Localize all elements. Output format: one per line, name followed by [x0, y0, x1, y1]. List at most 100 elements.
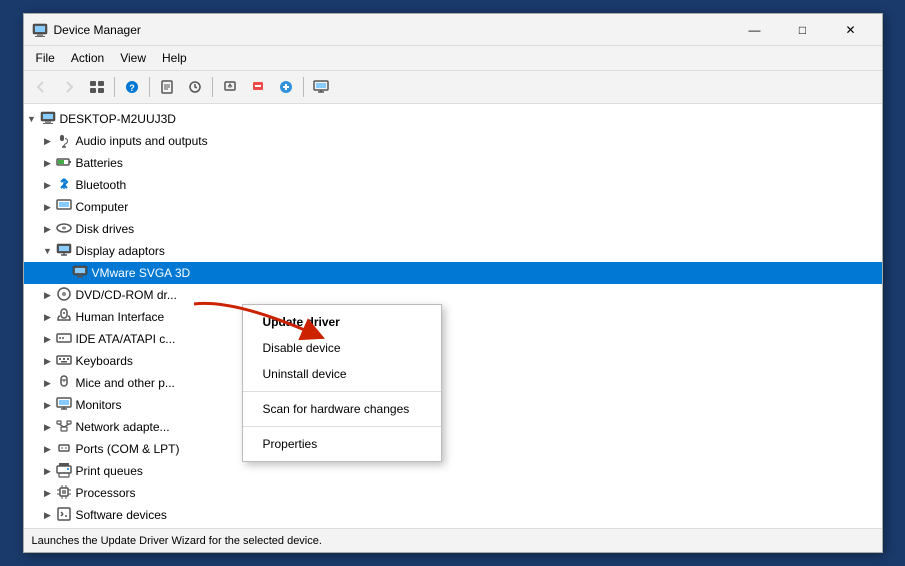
tree-label-print: Print queues	[76, 464, 143, 478]
tree-item-hid[interactable]: ▶Human Interface	[24, 306, 882, 328]
properties-toolbar-button[interactable]	[154, 74, 180, 100]
tree-expand-display[interactable]: ▼	[40, 243, 56, 259]
help-button[interactable]: ?	[119, 74, 145, 100]
tree-icon-processors	[56, 485, 72, 501]
status-text: Launches the Update Driver Wizard for th…	[32, 535, 322, 547]
tree-expand-network[interactable]: ▶	[40, 419, 56, 435]
menu-bar: File Action View Help	[24, 46, 882, 71]
ctx-disable-device[interactable]: Disable device	[243, 335, 441, 361]
tree-item-root[interactable]: ▼ DESKTOP-M2UUJ3D	[24, 108, 882, 130]
tree-expand-vmware[interactable]	[56, 265, 72, 281]
ctx-uninstall-device[interactable]: Uninstall device	[243, 361, 441, 387]
tree-icon-network	[56, 419, 72, 435]
tree-item-print[interactable]: ▶ Print queues	[24, 460, 882, 482]
tree-item-processors[interactable]: ▶ Processors	[24, 482, 882, 504]
device-tree[interactable]: ▼ DESKTOP-M2UUJ3D ▶ Audio inputs and output…	[24, 104, 882, 528]
window-controls: — □ ✕	[732, 16, 874, 44]
tree-label-display: Display adaptors	[76, 244, 165, 258]
tree-expand-processors[interactable]: ▶	[40, 485, 56, 501]
tree-item-display[interactable]: ▼ Display adaptors	[24, 240, 882, 262]
tree-expand-computer[interactable]: ▶	[40, 199, 56, 215]
menu-view[interactable]: View	[112, 48, 154, 68]
tree-item-software[interactable]: ▶ Software devices	[24, 504, 882, 526]
device-manager-window: Device Manager — □ ✕ File Action View He…	[23, 13, 883, 553]
tree-label-root: DESKTOP-M2UUJ3D	[60, 112, 176, 126]
tree-item-disk[interactable]: ▶ Disk drives	[24, 218, 882, 240]
tree-item-sound[interactable]: ▶Sound, video and game controllers	[24, 526, 882, 528]
tree-item-vmware[interactable]: VMware SVGA 3D	[24, 262, 882, 284]
add-driver-toolbar-button[interactable]	[273, 74, 299, 100]
tree-icon-ide	[56, 331, 72, 347]
uninstall-toolbar-button[interactable]	[245, 74, 271, 100]
tree-icon-disk	[56, 221, 72, 237]
tree-icon-keyboards	[56, 353, 72, 369]
tree-expand-root[interactable]: ▼	[24, 111, 40, 127]
menu-help[interactable]: Help	[154, 48, 195, 68]
tree-icon-dvd	[56, 287, 72, 303]
ctx-scan-changes[interactable]: Scan for hardware changes	[243, 396, 441, 422]
tree-expand-software[interactable]: ▶	[40, 507, 56, 523]
monitor-toolbar-button[interactable]	[308, 74, 334, 100]
close-button[interactable]: ✕	[828, 16, 874, 44]
tree-label-audio: Audio inputs and outputs	[76, 134, 208, 148]
tree-expand-disk[interactable]: ▶	[40, 221, 56, 237]
tree-label-batteries: Batteries	[76, 156, 123, 170]
maximize-button[interactable]: □	[780, 16, 826, 44]
tree-item-audio[interactable]: ▶ Audio inputs and outputs	[24, 130, 882, 152]
tree-label-dvd: DVD/CD-ROM dr...	[76, 288, 177, 302]
toolbar-separator-4	[303, 77, 304, 97]
tree-label-bluetooth: Bluetooth	[76, 178, 127, 192]
tree-item-keyboards[interactable]: ▶ Keyboards	[24, 350, 882, 372]
toolbar-separator-2	[149, 77, 150, 97]
tree-item-batteries[interactable]: ▶ Batteries	[24, 152, 882, 174]
menu-file[interactable]: File	[28, 48, 63, 68]
tree-label-network: Network adapte...	[76, 420, 170, 434]
ctx-update-driver[interactable]: Update driver	[243, 309, 441, 335]
scan-toolbar-button[interactable]	[182, 74, 208, 100]
tree-expand-dvd[interactable]: ▶	[40, 287, 56, 303]
tree-item-network[interactable]: ▶ Network adapte...	[24, 416, 882, 438]
tree-expand-hid[interactable]: ▶	[40, 309, 56, 325]
tree-label-software: Software devices	[76, 508, 167, 522]
toolbar-separator-3	[212, 77, 213, 97]
tree-label-ide: IDE ATA/ATAPI c...	[76, 332, 176, 346]
view-button[interactable]	[84, 74, 110, 100]
tree-expand-batteries[interactable]: ▶	[40, 155, 56, 171]
tree-expand-mice[interactable]: ▶	[40, 375, 56, 391]
tree-label-monitors: Monitors	[76, 398, 122, 412]
tree-item-ide[interactable]: ▶ IDE ATA/ATAPI c...	[24, 328, 882, 350]
toolbar: ?	[24, 71, 882, 104]
tree-expand-print[interactable]: ▶	[40, 463, 56, 479]
toolbar-separator-1	[114, 77, 115, 97]
tree-item-monitors[interactable]: ▶ Monitors	[24, 394, 882, 416]
menu-action[interactable]: Action	[63, 48, 112, 68]
tree-item-mice[interactable]: ▶Mice and other p...	[24, 372, 882, 394]
back-button[interactable]	[28, 74, 54, 100]
tree-label-ports: Ports (COM & LPT)	[76, 442, 180, 456]
tree-expand-ide[interactable]: ▶	[40, 331, 56, 347]
tree-item-bluetooth[interactable]: ▶ Bluetooth	[24, 174, 882, 196]
tree-item-computer[interactable]: ▶Computer	[24, 196, 882, 218]
tree-label-keyboards: Keyboards	[76, 354, 133, 368]
tree-label-vmware: VMware SVGA 3D	[92, 266, 191, 280]
tree-icon-display	[56, 243, 72, 259]
tree-label-disk: Disk drives	[76, 222, 135, 236]
tree-icon-print	[56, 463, 72, 479]
ctx-properties[interactable]: Properties	[243, 431, 441, 457]
tree-expand-audio[interactable]: ▶	[40, 133, 56, 149]
minimize-button[interactable]: —	[732, 16, 778, 44]
tree-item-dvd[interactable]: ▶ DVD/CD-ROM dr...	[24, 284, 882, 306]
tree-expand-ports[interactable]: ▶	[40, 441, 56, 457]
update-driver-toolbar-button[interactable]	[217, 74, 243, 100]
tree-label-processors: Processors	[76, 486, 136, 500]
tree-icon-vmware	[72, 265, 88, 281]
tree-icon-monitors	[56, 397, 72, 413]
app-icon	[32, 22, 48, 38]
tree-expand-bluetooth[interactable]: ▶	[40, 177, 56, 193]
tree-expand-monitors[interactable]: ▶	[40, 397, 56, 413]
tree-item-ports[interactable]: ▶ Ports (COM & LPT)	[24, 438, 882, 460]
forward-button[interactable]	[56, 74, 82, 100]
tree-icon-hid	[56, 309, 72, 325]
tree-expand-keyboards[interactable]: ▶	[40, 353, 56, 369]
svg-text:?: ?	[129, 83, 135, 93]
